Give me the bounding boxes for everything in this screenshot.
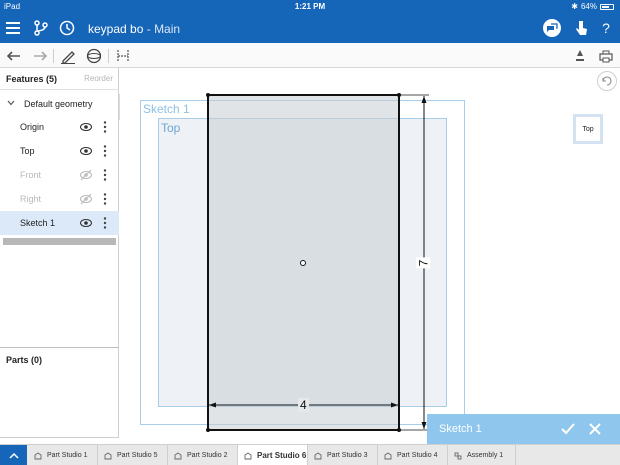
part-studio-icon [34, 451, 42, 459]
assembly-icon [454, 452, 462, 459]
feature-label: Right [20, 194, 42, 204]
chevron-up-icon [8, 452, 19, 459]
part-studio-icon [314, 451, 322, 459]
touch-mode-icon[interactable] [570, 17, 592, 39]
branch-icon[interactable] [30, 17, 52, 39]
tab-assembly-1[interactable]: Assembly 1 [448, 445, 516, 465]
app-bar: keypad bo - Main ? [0, 13, 620, 43]
feature-item-front[interactable]: Front [0, 163, 119, 187]
tab-part-studio-2[interactable]: Part Studio 2 [168, 445, 238, 465]
help-icon[interactable]: ? [595, 17, 617, 39]
dimension-lines [209, 94, 429, 431]
sketch-dialog-title: Sketch 1 [439, 423, 482, 435]
toolbar-divider [53, 49, 54, 63]
rotate-view-button[interactable] [597, 71, 617, 91]
print-icon[interactable] [596, 46, 616, 66]
eye-hidden-icon[interactable] [80, 193, 92, 205]
tab-part-studio-3[interactable]: Part Studio 3 [308, 445, 378, 465]
rotate-icon [602, 76, 612, 86]
person-icon[interactable] [570, 46, 590, 66]
checkmark-icon[interactable] [560, 421, 576, 437]
status-right: ✱ 64% [571, 2, 614, 11]
tab-part-studio-6[interactable]: Part Studio 6 [238, 445, 308, 465]
menu-icon[interactable] [2, 17, 24, 39]
tab-label: Assembly 1 [467, 452, 504, 459]
toolbar [0, 43, 620, 68]
workspace-name: Main [154, 22, 181, 36]
tab-list-toggle[interactable] [0, 445, 27, 465]
bluetooth-icon: ✱ [571, 2, 578, 11]
tab-label: Part Studio 3 [327, 452, 368, 459]
feature-list-header: Features (5) Reorder [0, 68, 119, 90]
kebab-menu-icon[interactable] [102, 168, 108, 182]
sketch-dialog: Sketch 1 [427, 414, 620, 444]
feature-item-origin[interactable]: Origin [0, 115, 119, 139]
parts-title: Parts (0) [6, 355, 43, 365]
tab-label: Part Studio 6 [257, 451, 307, 460]
feature-label: Origin [20, 122, 45, 132]
features-title: Features (5) [6, 74, 58, 84]
battery-percent: 64% [580, 2, 597, 11]
default-geometry-group[interactable]: Default geometry [0, 92, 119, 116]
eye-icon[interactable] [80, 217, 92, 229]
feature-label: Front [20, 170, 42, 180]
close-icon[interactable] [587, 421, 603, 437]
document-title[interactable]: keypad bo - Main [88, 22, 180, 36]
feature-panel: Features (5) Reorder Default geometry Or… [0, 68, 119, 438]
feature-label: Top [20, 146, 35, 156]
part-studio-icon [174, 451, 182, 459]
tab-part-studio-1[interactable]: Part Studio 1 [28, 445, 98, 465]
kebab-menu-icon[interactable] [102, 192, 108, 206]
eye-icon[interactable] [80, 145, 92, 157]
feature-item-sketch-1[interactable]: Sketch 1 [0, 211, 119, 235]
battery-icon [600, 3, 614, 10]
tab-label: Part Studio 5 [117, 452, 158, 459]
part-studio-icon [384, 451, 392, 459]
reorder-button[interactable]: Reorder [84, 74, 113, 83]
kebab-menu-icon[interactable] [102, 144, 108, 158]
feature-label: Sketch 1 [20, 218, 56, 228]
graphics-canvas[interactable]: Sketch 1 Top 4 7 Top [120, 68, 620, 444]
status-bar: iPad 1:21 PM ✱ 64% [0, 0, 620, 13]
toolbar-divider [108, 49, 109, 63]
eye-hidden-icon[interactable] [80, 169, 92, 181]
feature-item-right[interactable]: Right [0, 187, 119, 211]
tab-part-studio-4[interactable]: Part Studio 4 [378, 445, 448, 465]
view-cube[interactable]: Top [573, 114, 603, 144]
extrude-icon[interactable] [84, 46, 104, 66]
width-dimension[interactable]: 4 [298, 398, 309, 412]
kebab-menu-icon[interactable] [102, 120, 108, 134]
history-icon[interactable] [56, 17, 78, 39]
document-name: keypad bo [88, 22, 144, 36]
height-dimension[interactable]: 7 [416, 257, 431, 269]
comments-icon[interactable] [541, 17, 563, 39]
part-studio-icon [244, 451, 252, 459]
group-label: Default geometry [24, 99, 93, 109]
part-studio-icon [104, 451, 112, 459]
dimension-icon[interactable] [113, 46, 133, 66]
redo-icon[interactable] [30, 46, 50, 66]
tab-bar: Part Studio 1 Part Studio 5 Part Studio … [0, 444, 620, 465]
eye-icon[interactable] [80, 121, 92, 133]
tab-part-studio-5[interactable]: Part Studio 5 [98, 445, 168, 465]
feature-list-scrollbar[interactable] [3, 238, 116, 245]
sketch-icon[interactable] [58, 46, 78, 66]
clock: 1:21 PM [294, 2, 326, 11]
chevron-down-icon[interactable] [7, 100, 15, 106]
undo-icon[interactable] [4, 46, 24, 66]
tab-label: Part Studio 4 [397, 452, 438, 459]
parts-section: Parts (0) [0, 347, 119, 438]
title-separator: - [143, 22, 155, 36]
tab-label: Part Studio 1 [47, 452, 88, 459]
kebab-menu-icon[interactable] [102, 216, 108, 230]
feature-item-top[interactable]: Top [0, 139, 119, 163]
tab-label: Part Studio 2 [187, 452, 228, 459]
